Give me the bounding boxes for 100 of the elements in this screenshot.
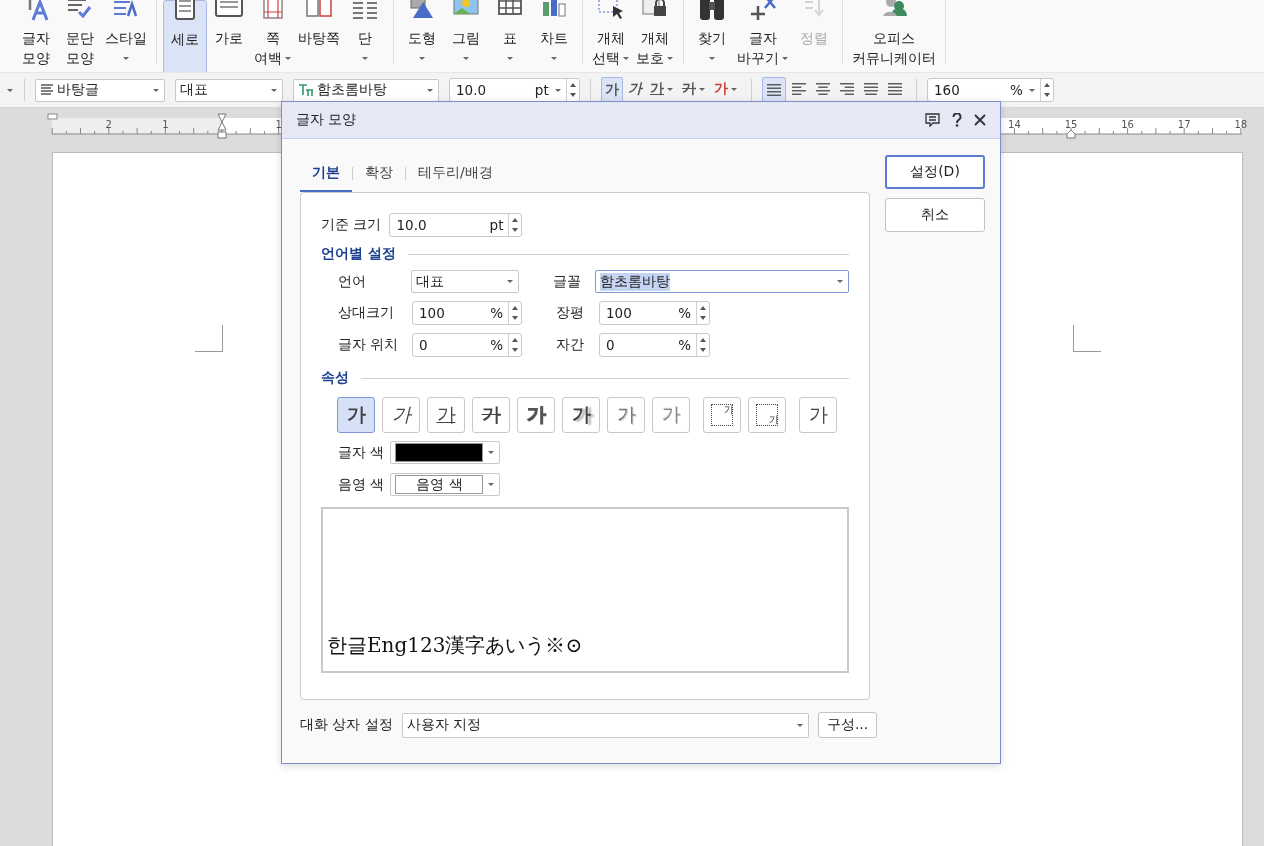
caret-icon	[666, 55, 674, 61]
align-center-icon	[815, 82, 831, 96]
language-dropdown[interactable]: 대표	[175, 78, 283, 102]
language-dropdown[interactable]: 대표	[410, 270, 519, 293]
caret-icon	[698, 86, 706, 92]
help-icon[interactable]	[952, 113, 962, 127]
font-dropdown[interactable]: 함초롬바탕	[293, 78, 439, 102]
char-format-button[interactable]: 가	[711, 77, 741, 101]
caret-icon	[666, 86, 674, 92]
configure-button[interactable]: 구성...	[817, 712, 878, 738]
dialog-tab[interactable]: 테두리/배경	[406, 155, 505, 192]
style-dropdown[interactable]: 바탕글	[35, 78, 165, 102]
binoculars-icon	[697, 0, 727, 22]
attribute-button[interactable]: 가	[427, 397, 465, 433]
attribute-button[interactable]: 가	[562, 397, 600, 433]
preview-text: 한글Eng123漢字あいう※⊙	[327, 632, 583, 659]
spin-buttons[interactable]	[696, 334, 709, 356]
field-label: 언어	[338, 272, 367, 291]
ribbon-button[interactable]: 바탕쪽	[295, 0, 343, 72]
align-button[interactable]	[762, 77, 786, 103]
caret-icon	[795, 722, 804, 728]
char-format-button[interactable]: 가	[679, 77, 709, 101]
char-format-button[interactable]: 가	[601, 77, 623, 103]
dialog-setting-dropdown[interactable]: 사용자 지정	[401, 712, 809, 738]
caret-icon	[836, 279, 844, 284]
dialog-button[interactable]: 취소	[885, 198, 985, 232]
font-dropdown[interactable]: 함초롬바탕	[595, 270, 849, 293]
shade-color-dropdown[interactable]: 음영 색	[390, 473, 501, 496]
ribbon-button[interactable]: 오피스 커뮤니케이터	[849, 0, 939, 72]
margin-corner-mark	[195, 325, 223, 352]
ribbon-button[interactable]: 쪽 여백	[251, 0, 295, 72]
attribute-button[interactable]: 가	[652, 397, 690, 433]
ribbon-button[interactable]: 찾기	[690, 0, 734, 72]
text-color-dropdown[interactable]	[390, 441, 501, 464]
ribbon-button[interactable]: 가로	[207, 0, 251, 72]
ribbon-button[interactable]: 차트	[532, 0, 576, 72]
attribute-button[interactable]: 가	[607, 397, 645, 433]
field-label: 기준 크기	[321, 216, 382, 234]
char-format-button[interactable]: 가	[625, 77, 645, 101]
align-divide-icon	[887, 82, 903, 96]
ribbon-button[interactable]: 개체 선택	[589, 0, 633, 72]
dialog-button[interactable]: 설정(D)	[885, 155, 985, 189]
caret-icon	[505, 279, 514, 284]
spin-buttons[interactable]	[696, 302, 709, 324]
ribbon-button[interactable]: 세로	[163, 0, 207, 72]
caret-icon	[270, 87, 278, 93]
caret-icon	[361, 55, 369, 61]
ribbon-button[interactable]: 개체 보호	[633, 0, 677, 72]
align-left-icon	[791, 82, 807, 96]
close-icon[interactable]	[974, 114, 986, 126]
attribute-button[interactable]: 가	[799, 397, 837, 433]
percent-field[interactable]: 0 %	[412, 333, 522, 357]
align-right-icon	[839, 82, 855, 96]
ribbon-button[interactable]: 도형	[400, 0, 444, 72]
caret-icon	[152, 87, 160, 93]
attribute-button[interactable]: 가	[382, 397, 420, 433]
caret-icon	[487, 482, 496, 487]
caret-icon	[550, 55, 558, 61]
ribbon-button[interactable]: 단	[343, 0, 387, 72]
section-title: 언어별 설정	[321, 245, 396, 263]
attribute-button[interactable]: 가	[517, 397, 555, 433]
caret-icon	[781, 55, 789, 61]
base-size-field[interactable]: 10.0 pt	[389, 213, 523, 237]
dialog-title: 글자 모양	[296, 111, 358, 129]
field-label: 대화 상자 설정	[300, 716, 393, 734]
field-label: 글자 색	[338, 443, 385, 462]
font-size-field[interactable]: 10.0 pt	[449, 78, 580, 102]
percent-field[interactable]: 100 %	[412, 301, 522, 325]
caret-icon	[553, 87, 562, 93]
ribbon-button[interactable]: 표	[488, 0, 532, 72]
caret-icon	[6, 87, 14, 93]
ribbon-button[interactable]: 문단 모양	[58, 0, 102, 72]
dialog-tab[interactable]: 확장	[353, 155, 405, 192]
char-format-button[interactable]: 가	[647, 77, 677, 101]
margin-corner-mark	[1073, 325, 1101, 352]
ribbon-button[interactable]: 글자 모양	[14, 0, 58, 72]
caret-icon	[708, 55, 716, 61]
caret-icon	[122, 55, 130, 61]
attribute-button[interactable]: 가	[337, 397, 375, 433]
percent-field[interactable]: 0 %	[599, 333, 710, 357]
ribbon-button[interactable]: 스타일	[102, 0, 150, 72]
caret-icon	[418, 55, 426, 61]
caret-icon	[506, 55, 514, 61]
caret-icon	[622, 55, 630, 61]
comment-icon[interactable]	[925, 113, 940, 127]
align-distribute-icon	[863, 82, 879, 96]
ribbon-button[interactable]: 그림	[444, 0, 488, 72]
caret-icon	[426, 87, 434, 93]
caret-icon	[462, 55, 470, 61]
field-label: 상대크기	[338, 304, 395, 322]
zoom-field[interactable]: 160 %	[927, 78, 1054, 102]
spin-buttons[interactable]	[508, 334, 521, 356]
percent-field[interactable]: 100 %	[599, 301, 710, 325]
attribute-button[interactable]: 가	[472, 397, 510, 433]
ribbon-button[interactable]: 글자 바꾸기	[734, 0, 792, 72]
field-label: 장평	[556, 304, 585, 322]
spin-buttons[interactable]	[1040, 79, 1053, 101]
font-icon	[298, 83, 314, 97]
spin-buttons[interactable]	[508, 302, 521, 324]
columns-icon	[350, 0, 380, 22]
